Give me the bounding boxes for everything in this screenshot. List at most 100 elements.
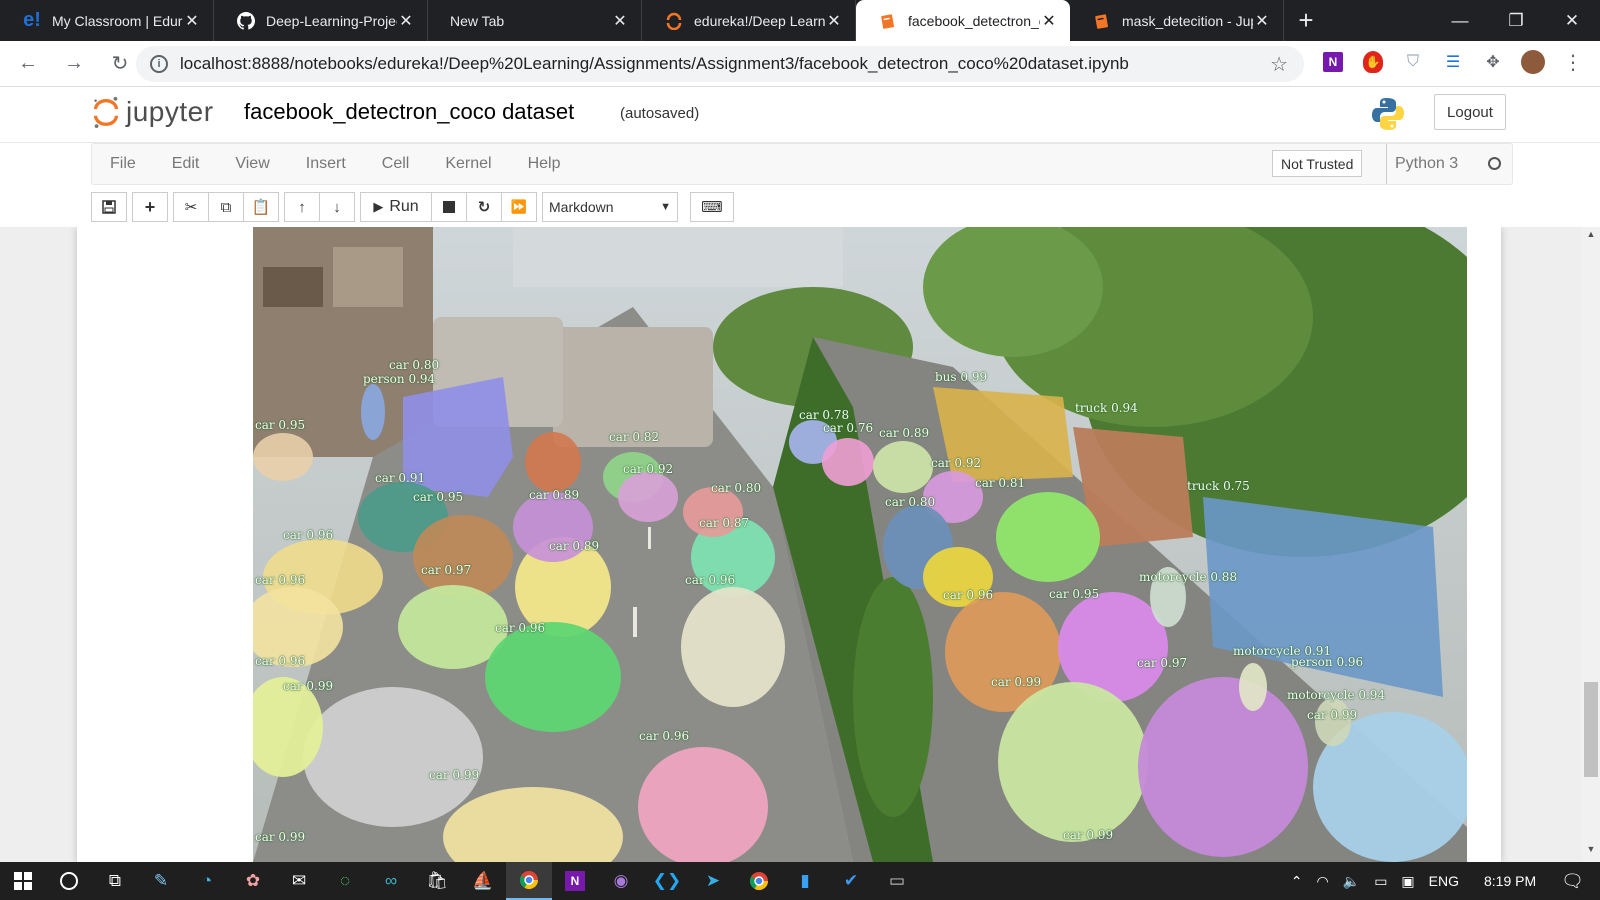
close-icon[interactable]: ✕ [825,11,843,31]
browser-tab[interactable]: e! My Classroom | Edureka ✕ [0,0,214,41]
menu-file[interactable]: File [92,155,154,173]
menu-insert[interactable]: Insert [288,155,364,173]
menu-view[interactable]: View [217,155,287,173]
puzzle-icon[interactable]: ✥ [1478,47,1508,77]
restart-run-all-button[interactable]: ⏩ [501,192,537,222]
github-desktop-icon[interactable]: ◉ [598,862,644,900]
windows-start-icon[interactable] [0,862,46,900]
detection-label: car 0.82 [609,430,660,444]
display-icon[interactable]: ▣ [1394,873,1421,890]
more-menu-icon[interactable]: ⋮ [1558,47,1588,77]
new-tab-button[interactable]: + [1284,0,1328,41]
interrupt-button[interactable] [431,192,467,222]
reload-icon[interactable]: ↻ [100,44,140,84]
detection-label: truck 0.94 [1075,401,1138,415]
cell-type-select[interactable]: Markdown ▼ [542,192,678,222]
detection-label: car 0.99 [991,675,1042,689]
store-icon[interactable]: 🛍 [414,862,460,900]
info-icon[interactable]: i [150,55,168,73]
onenote-icon[interactable]: N [1318,47,1348,77]
cut-button[interactable]: ✂ [173,192,209,222]
browser-tab[interactable]: New Tab ✕ [428,0,642,41]
detection-label: car 0.99 [283,679,334,693]
search-icon[interactable] [46,862,92,900]
wifi-icon[interactable]: ◠ [1310,873,1336,890]
adblock-icon[interactable]: ✋ [1358,47,1388,77]
menu-edit[interactable]: Edit [154,155,218,173]
close-icon[interactable]: ✕ [611,11,629,31]
telegram-icon[interactable]: ➤ [690,862,736,900]
minimize-icon[interactable]: — [1432,0,1488,41]
kernel-name[interactable]: Python 3 [1386,144,1458,184]
menu-cell[interactable]: Cell [364,155,428,173]
move-down-button[interactable]: ↓ [319,192,355,222]
chrome-secondary-icon[interactable] [736,862,782,900]
bookmark-star-icon[interactable]: ☆ [1270,52,1288,77]
battery-icon[interactable]: ▭ [1367,873,1394,890]
detection-label: car 0.95 [255,418,306,432]
tab-title: Deep-Learning-Projects [266,12,397,29]
trust-status-button[interactable]: Not Trusted [1272,150,1363,177]
browser-tab[interactable]: mask_detecition - Jupyter ✕ [1070,0,1284,41]
edge-icon[interactable]: ◔ [184,862,230,900]
todo-icon[interactable]: ✔ [828,862,874,900]
browser-tab[interactable]: Deep-Learning-Projects ✕ [214,0,428,41]
detection-label: car 0.92 [931,456,982,470]
scroll-up-icon[interactable]: ▲ [1582,229,1600,245]
settings-sliders-icon[interactable]: ☰ [1438,47,1468,77]
jupyter-logo-icon [93,96,119,129]
refresh-app-icon[interactable]: ◌ [322,862,368,900]
python-logo-icon [1372,98,1404,130]
menu-kernel[interactable]: Kernel [427,155,509,173]
volume-icon[interactable]: 🔈 [1336,873,1367,890]
browser-tab-active[interactable]: facebook_detectron_coco ✕ [856,0,1070,41]
shield-icon[interactable]: ⛉ [1398,47,1428,77]
paste-button[interactable]: 📋 [243,192,279,222]
detection-label: car 0.89 [879,426,930,440]
notebook-icon [878,11,898,31]
browser-tab[interactable]: edureka!/Deep Learning ✕ [642,0,856,41]
address-bar[interactable]: i localhost:8888/notebooks/edureka!/Deep… [136,46,1304,82]
close-icon[interactable]: ✕ [1040,11,1058,31]
onenote-icon[interactable]: N [552,862,598,900]
copy-button[interactable]: ⧉ [208,192,244,222]
save-button[interactable] [91,192,127,222]
task-view-icon[interactable]: ⧉ [92,862,138,900]
restart-button[interactable]: ↻ [466,192,502,222]
clock-time[interactable]: 8:19 PM [1466,873,1554,889]
file-explorer-icon[interactable]: ⛵ [460,862,506,900]
back-icon[interactable]: ← [8,44,48,84]
restore-icon[interactable]: ❐ [1488,0,1544,41]
page-scrollbar[interactable]: ▲ ▼ [1582,227,1600,862]
close-icon[interactable]: ✕ [397,11,415,31]
arduino-icon[interactable]: ∞ [368,862,414,900]
scroll-down-icon[interactable]: ▼ [1582,844,1600,860]
notebook-menubar: File Edit View Insert Cell Kernel Help N… [91,143,1513,185]
forward-icon[interactable]: → [54,44,94,84]
close-icon[interactable]: ✕ [1253,11,1271,31]
menu-help[interactable]: Help [510,155,579,173]
jupyter-logo[interactable]: jupyter [92,95,214,129]
phone-app-icon[interactable]: ▮ [782,862,828,900]
chrome-icon[interactable] [506,862,552,900]
notebook-title[interactable]: facebook_detectron_coco dataset [244,99,574,125]
scrollbar-thumb[interactable] [1584,682,1598,777]
notepad-icon[interactable]: ✎ [138,862,184,900]
command-palette-button[interactable]: ⌨ [690,192,734,222]
close-window-icon[interactable]: ✕ [1544,0,1600,41]
move-up-button[interactable]: ↑ [284,192,320,222]
insert-cell-button[interactable]: + [132,192,168,222]
terminal-icon[interactable]: ▭ [874,862,920,900]
logout-button[interactable]: Logout [1434,94,1506,130]
notifications-icon[interactable]: 🗨 [1554,871,1600,892]
close-icon[interactable]: ✕ [183,11,201,31]
language-indicator[interactable]: ENG [1422,873,1466,889]
detection-label: person 0.94 [363,372,436,386]
paint-icon[interactable]: ✿ [230,862,276,900]
run-button[interactable]: ▶ Run [360,192,432,222]
plus-icon: + [144,196,156,217]
avatar[interactable] [1518,47,1548,77]
mail-icon[interactable]: ✉ [276,862,322,900]
vscode-icon[interactable]: ❮❯ [644,862,690,900]
chevron-up-icon[interactable]: ⌃ [1284,873,1310,890]
